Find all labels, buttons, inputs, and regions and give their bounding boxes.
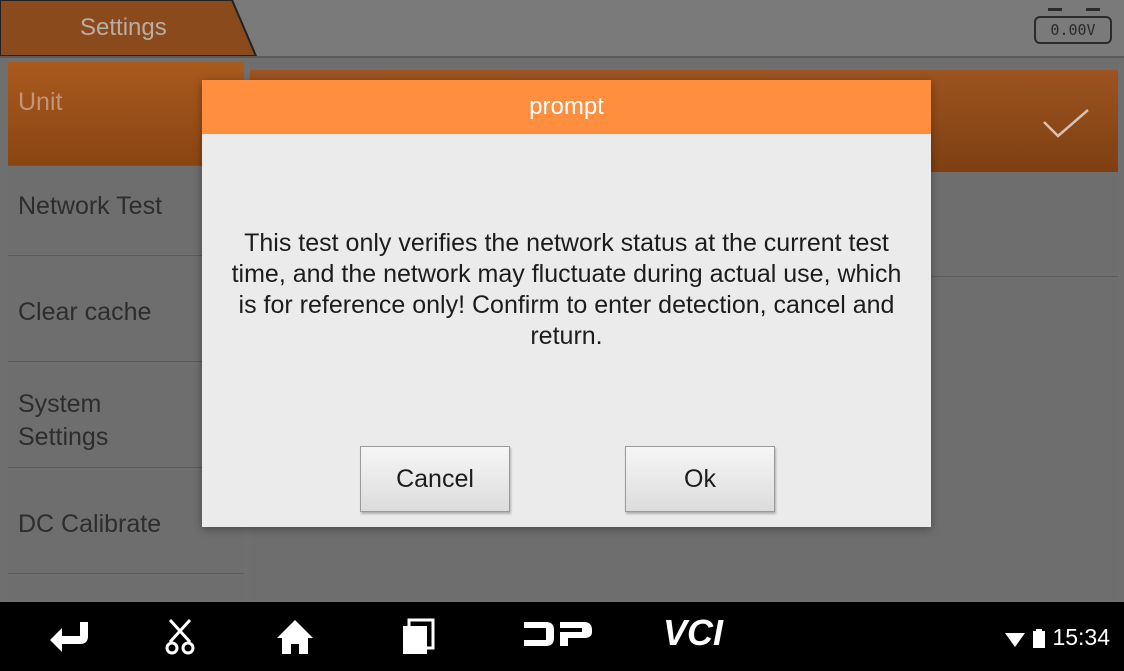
- voltage-value: 0.00V: [1034, 16, 1112, 44]
- scissors-icon[interactable]: [164, 618, 196, 656]
- sidebar-item-label: Clear cache: [18, 298, 152, 326]
- battery-terminal-icon: [1048, 8, 1062, 11]
- home-icon[interactable]: [275, 618, 315, 656]
- back-icon[interactable]: [48, 618, 92, 654]
- top-bar: Settings 0.00V: [0, 0, 1124, 58]
- cancel-button[interactable]: Cancel: [360, 446, 510, 512]
- vci-icon[interactable]: VCI: [663, 612, 723, 654]
- dp-logo-icon[interactable]: [522, 618, 594, 650]
- clock: 15:34: [1052, 624, 1110, 650]
- title-tab: Settings: [0, 0, 258, 56]
- navigation-bar: VCI 15:34: [0, 602, 1124, 671]
- page-title: Settings: [80, 14, 167, 41]
- sidebar-item-label: DC Calibrate: [18, 510, 162, 538]
- sidebar-item-label: Unit: [18, 88, 63, 116]
- dialog-title: prompt: [202, 80, 931, 134]
- sidebar-item-label: Network Test: [18, 192, 163, 220]
- dialog-message: This test only verifies the network stat…: [231, 229, 902, 350]
- recent-apps-icon[interactable]: [400, 618, 436, 656]
- battery-icon: [1033, 628, 1046, 648]
- ok-button[interactable]: Ok: [625, 446, 775, 512]
- sidebar-item-label: System Settings: [18, 390, 109, 451]
- battery-terminal-icon: [1086, 8, 1100, 11]
- status-area: 15:34: [1004, 624, 1110, 651]
- voltage-indicator: 0.00V: [1034, 6, 1114, 46]
- check-icon: [1043, 109, 1089, 138]
- wifi-icon: [1004, 632, 1025, 647]
- prompt-dialog: prompt This test only verifies the netwo…: [202, 80, 931, 527]
